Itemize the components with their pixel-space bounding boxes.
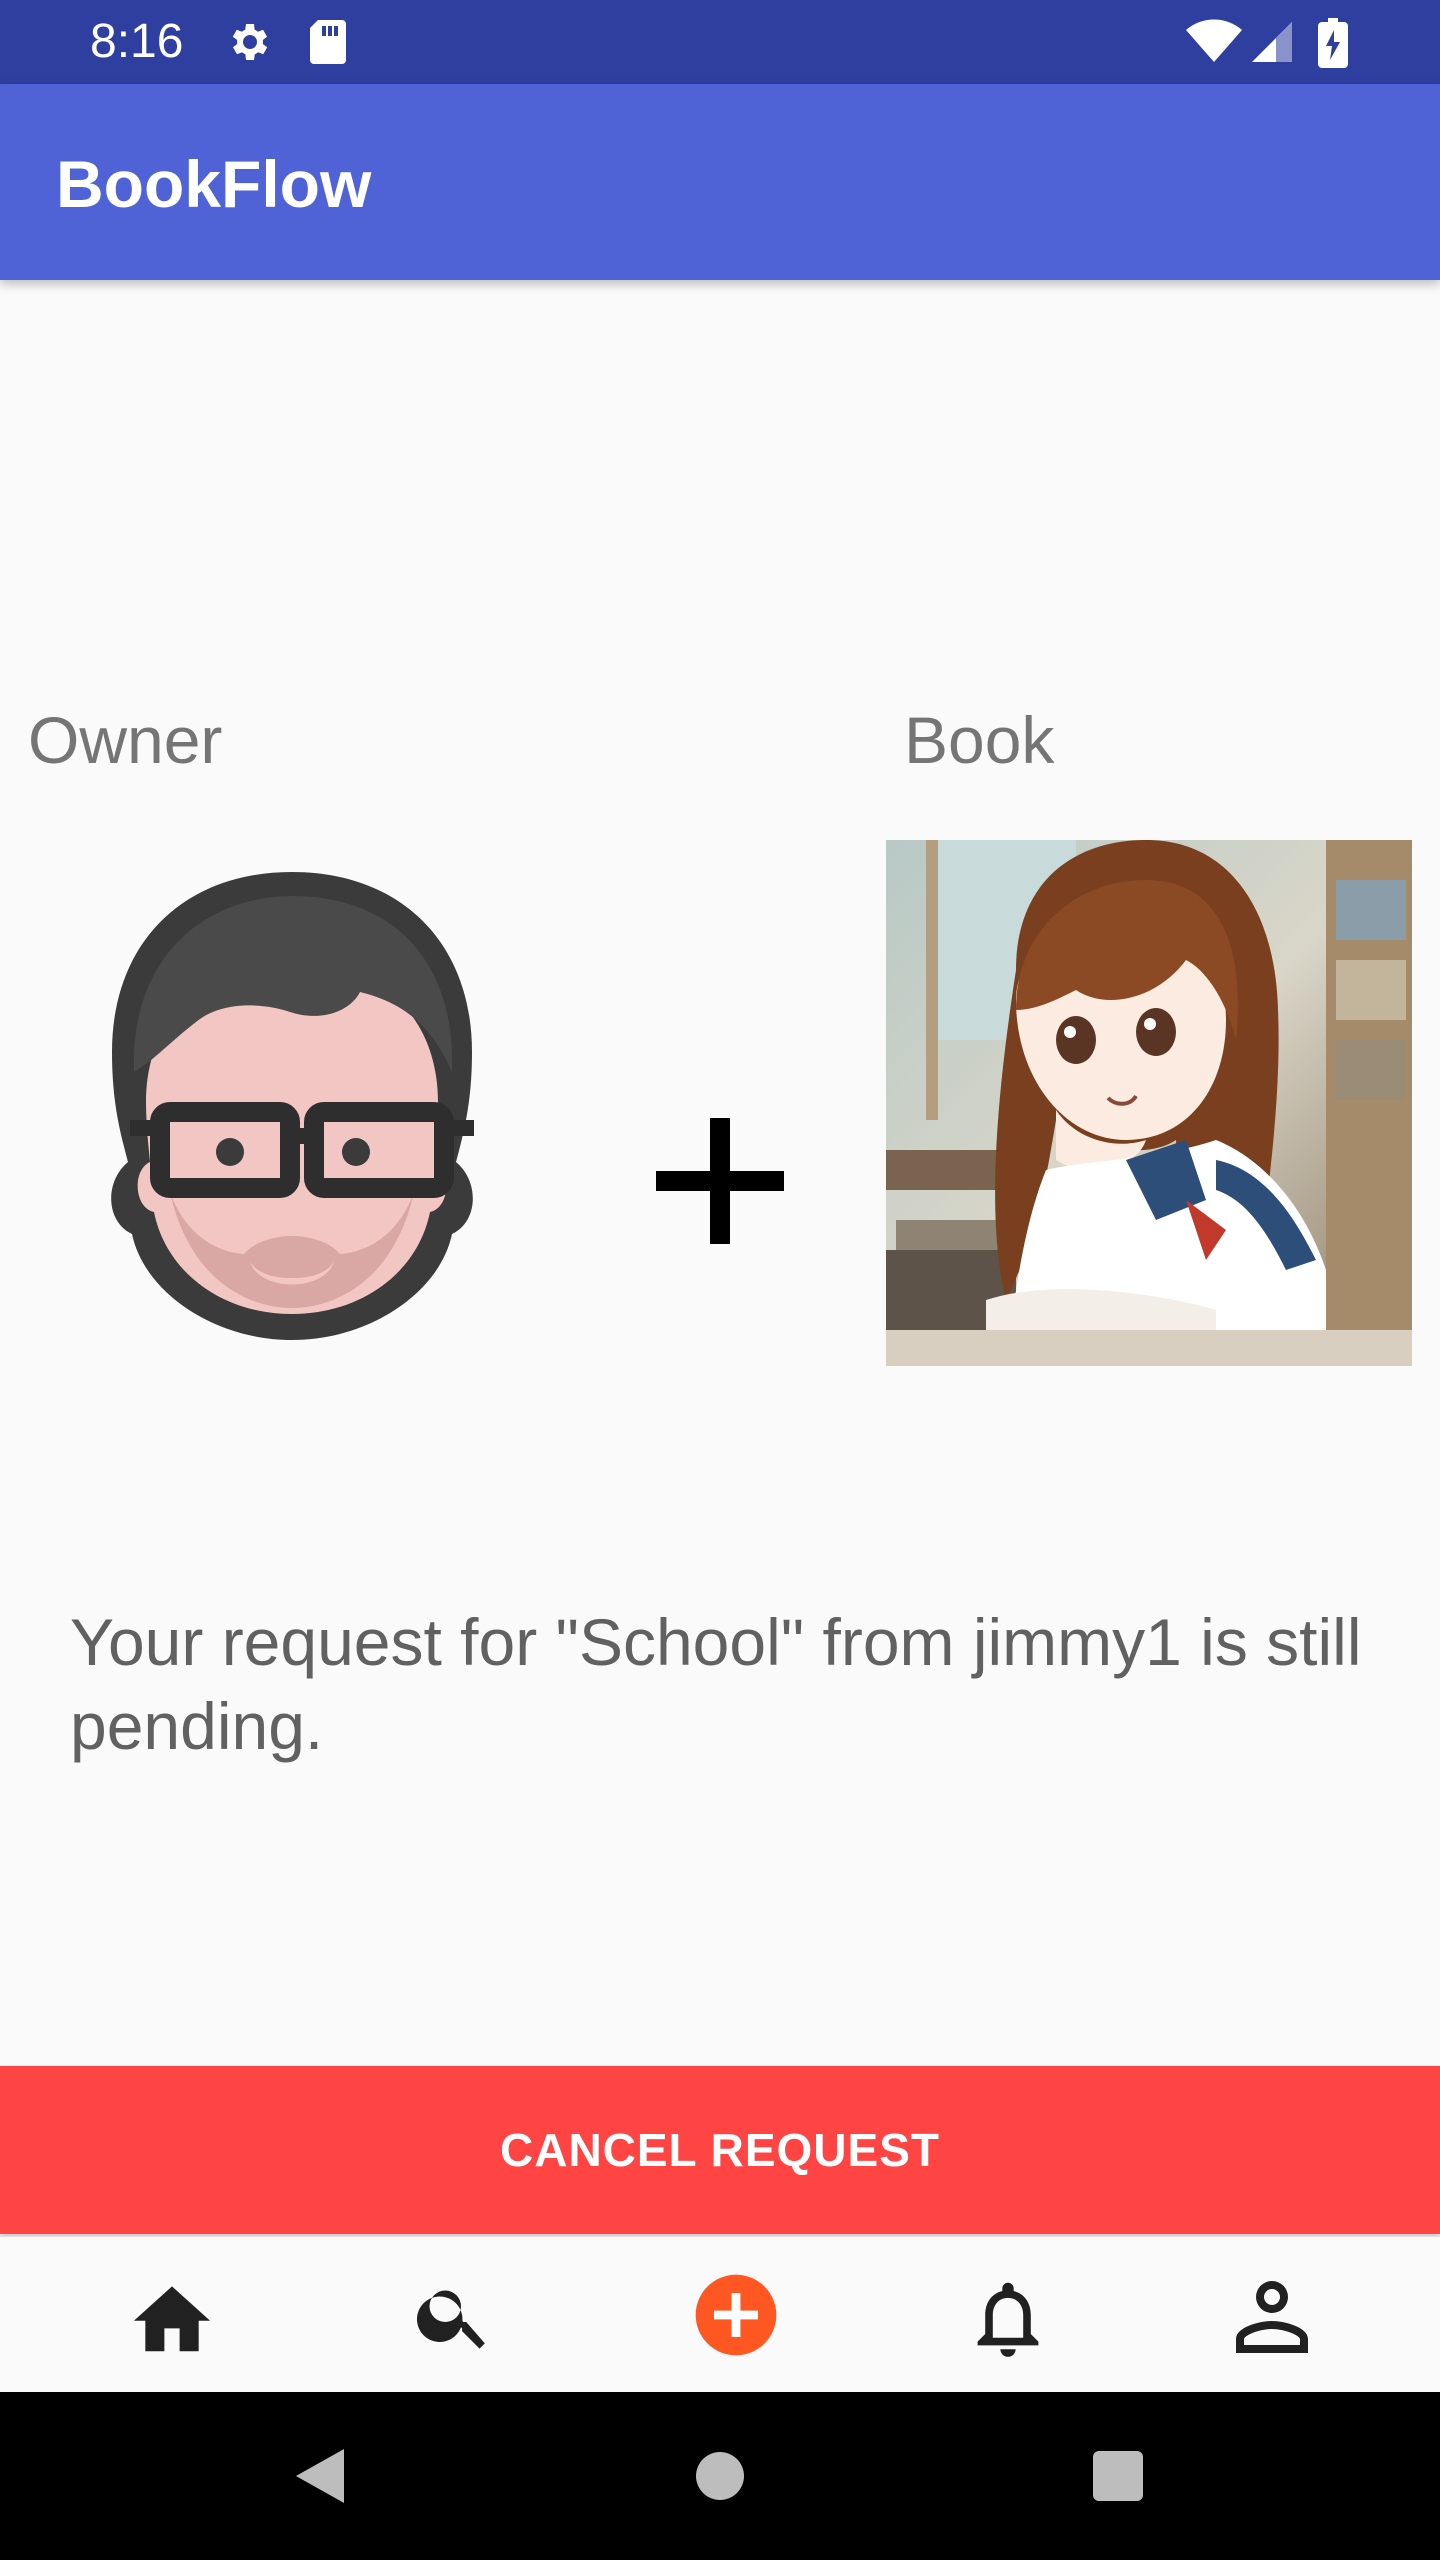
add-circle-icon	[695, 2274, 777, 2356]
profile-icon	[1236, 2281, 1308, 2353]
bearded-man-glasses-avatar	[111, 872, 474, 1340]
nav-notifications[interactable]	[928, 2237, 1088, 2393]
owner-label: Owner	[28, 703, 223, 777]
settings-icon	[226, 18, 274, 66]
app-title: BookFlow	[56, 147, 372, 221]
back-icon	[296, 2449, 344, 2503]
wifi-icon	[1186, 18, 1242, 66]
notifications-icon	[977, 2282, 1039, 2357]
nav-add[interactable]	[656, 2237, 816, 2393]
nav-search[interactable]	[374, 2237, 534, 2393]
system-back-button[interactable]	[250, 2392, 390, 2560]
status-time: 8:16	[90, 15, 184, 68]
nav-home[interactable]	[92, 2237, 252, 2393]
cancel-request-button[interactable]: CANCEL REQUEST	[0, 2066, 1440, 2234]
home-icon	[133, 2286, 211, 2352]
request-status-message: Your request for "School" from jimmy1 is…	[70, 1605, 1362, 1763]
plus-icon	[656, 1118, 784, 1244]
signal-icon	[1248, 18, 1294, 66]
battery-charging-icon	[1318, 18, 1348, 68]
nav-profile[interactable]	[1192, 2237, 1352, 2393]
cancel-request-label: CANCEL REQUEST	[500, 2124, 940, 2176]
home-circle-icon	[696, 2452, 744, 2500]
anime-girl-cover-image	[886, 840, 1412, 1366]
search-icon	[416, 2290, 485, 2349]
recents-icon	[1093, 2451, 1143, 2501]
sd-card-icon	[306, 18, 350, 66]
system-home-button[interactable]	[650, 2392, 790, 2560]
book-label: Book	[904, 703, 1055, 777]
app-bar: BookFlow	[0, 84, 1440, 280]
owner-avatar[interactable]	[100, 862, 484, 1344]
system-recents-button[interactable]	[1048, 2392, 1188, 2560]
bottom-navigation	[0, 2236, 1440, 2392]
status-bar: 8:16	[0, 0, 1440, 84]
book-cover-image[interactable]	[886, 840, 1412, 1366]
system-navigation-bar	[0, 2392, 1440, 2560]
